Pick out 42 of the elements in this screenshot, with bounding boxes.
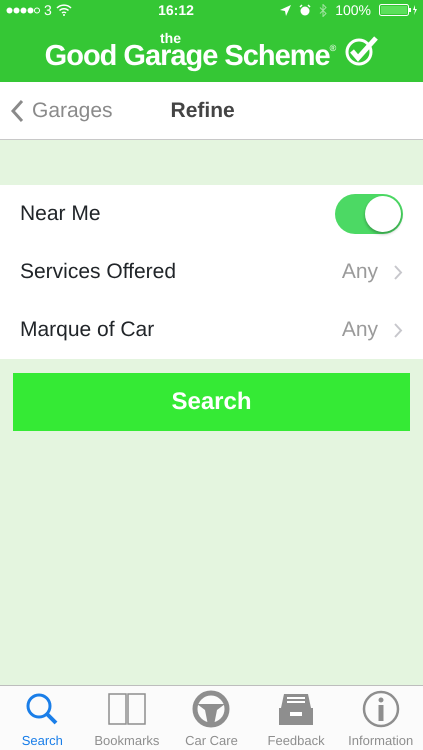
list-row[interactable]: Marque of Car Any	[0, 301, 423, 359]
signal-icon	[6, 6, 40, 14]
row-value: Any	[342, 317, 378, 344]
tab-button[interactable]: Search	[0, 686, 85, 750]
tab-button[interactable]: Information	[338, 686, 423, 750]
tab-button[interactable]: Bookmarks	[84, 686, 170, 750]
chevron-icon	[394, 264, 403, 280]
tab-button[interactable]: Feedback	[254, 686, 338, 750]
location-icon	[280, 4, 292, 16]
row-label: Near Me	[20, 201, 102, 228]
row-label: Marque of Car	[20, 317, 156, 344]
back-chevron-icon	[10, 98, 24, 122]
battery-text: 100%	[335, 0, 372, 20]
list-row[interactable]: Services Offered Any	[0, 243, 423, 301]
tab-label: Search	[22, 732, 63, 750]
chevron-icon	[394, 322, 403, 338]
tray-icon	[278, 692, 314, 726]
logo-text: the	[160, 31, 181, 45]
back-button[interactable]: Garages	[10, 94, 113, 126]
nav-title: Refine	[170, 98, 235, 124]
battery-icon	[379, 4, 418, 16]
tab-label: Feedback	[268, 732, 325, 750]
row-value: Any	[342, 259, 378, 286]
tab-button[interactable]: Car Care	[169, 686, 254, 750]
carrier-text: 3	[44, 0, 52, 20]
time-text: 16:12	[157, 0, 195, 20]
toggle-switch[interactable]	[335, 194, 403, 234]
registered-mark: ®	[330, 42, 336, 53]
search-icon	[25, 692, 60, 726]
tab-label: Car Care	[185, 732, 238, 750]
info-icon	[362, 690, 400, 728]
search-button[interactable]: Search	[13, 373, 410, 431]
wifi-icon	[56, 4, 72, 16]
alarm-icon	[299, 4, 312, 16]
row-label: Services Offered	[20, 259, 178, 286]
logo-text: Good Garage Scheme	[44, 42, 330, 71]
check-circle-icon	[344, 36, 378, 66]
tab-label: Information	[348, 732, 414, 750]
tab-label: Bookmarks	[94, 732, 160, 750]
book-icon	[108, 692, 146, 726]
steering-wheel-icon	[192, 690, 230, 728]
bluetooth-icon	[319, 4, 328, 16]
